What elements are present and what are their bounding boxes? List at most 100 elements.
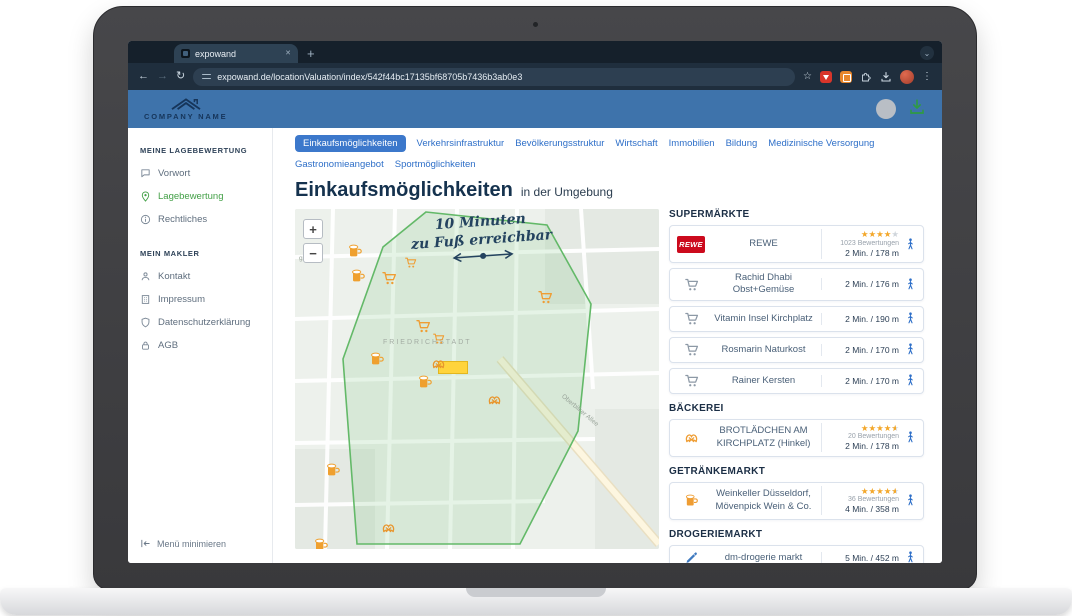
shield-icon xyxy=(140,317,151,328)
zoom-out-button[interactable]: − xyxy=(303,243,323,263)
result-card-rewe[interactable]: REWE REWE ★★★★★ 1023 Bewertungen 2 Min. … xyxy=(669,225,924,263)
star-rating: ★★★★★ xyxy=(861,230,899,239)
sidebar-item-label: Impressum xyxy=(158,294,205,305)
beer-map-icon[interactable] xyxy=(369,351,385,367)
cart-map-icon[interactable] xyxy=(381,270,397,286)
sidebar-item-lagebewertung[interactable]: Lagebewertung xyxy=(140,191,260,202)
sidebar: MEINE LAGEBEWERTUNG Vorwort Lagebewertun… xyxy=(128,128,273,563)
result-card[interactable]: Weinkeller Düsseldorf, Mövenpick Wein & … xyxy=(669,482,924,520)
sidebar-item-agb[interactable]: AGB xyxy=(140,340,260,351)
sidebar-section-label: MEINE LAGEBEWERTUNG xyxy=(140,146,260,155)
result-name: Rosmarin Naturkost xyxy=(706,344,821,356)
chat-icon xyxy=(140,168,151,179)
bookmark-star-icon[interactable]: ☆ xyxy=(803,72,812,82)
browser-window: expowand ✕ + ⌄ ← → ↻ expowand.de/locatio… xyxy=(128,41,942,563)
menu-minimize-label: Menü minimieren xyxy=(157,539,226,549)
tab-medizinische-versorgung[interactable]: Medizinische Versorgung xyxy=(768,138,874,149)
district-label: FRIEDRICHSTADT xyxy=(383,339,472,346)
pdf-extension-icon[interactable] xyxy=(820,71,832,83)
walking-icon xyxy=(903,278,917,291)
cart-map-icon[interactable] xyxy=(415,318,431,334)
menu-minimize-button[interactable]: Menü minimieren xyxy=(140,538,226,549)
browser-menu-icon[interactable]: ⋮ xyxy=(922,72,932,82)
walking-icon xyxy=(903,374,917,387)
orange-extension-icon[interactable] xyxy=(840,71,852,83)
pretzel-map-icon[interactable] xyxy=(381,520,396,535)
browser-tab[interactable]: expowand ✕ xyxy=(174,44,298,63)
review-count: 20 Bewertungen xyxy=(848,433,899,440)
beer-icon xyxy=(684,493,699,508)
category-tabs-row2: Gastronomieangebot Sportmöglichkeiten xyxy=(295,159,924,170)
result-card[interactable]: Rosmarin Naturkost 2 Min. / 170 m xyxy=(669,337,924,363)
url-text[interactable]: expowand.de/locationValuation/index/542f… xyxy=(217,72,522,82)
extensions-puzzle-icon[interactable] xyxy=(860,71,872,83)
sidebar-item-rechtliches[interactable]: Rechtliches xyxy=(140,214,260,225)
site-header: COMPANY NAME xyxy=(128,90,942,128)
rewe-logo: REWE xyxy=(677,236,705,253)
drugstore-brush-icon xyxy=(684,550,699,563)
result-meta: 2 Min. / 170 m xyxy=(821,344,899,356)
sidebar-item-kontakt[interactable]: Kontakt xyxy=(140,271,260,282)
tab-wirtschaft[interactable]: Wirtschaft xyxy=(615,138,657,149)
page-title: Einkaufsmöglichkeiten in der Umgebung xyxy=(295,179,924,202)
result-card[interactable]: Rainer Kersten 2 Min. / 170 m xyxy=(669,368,924,394)
location-pin-icon xyxy=(140,191,151,202)
cart-icon xyxy=(684,373,699,388)
sidebar-item-label: Vorwort xyxy=(158,168,190,179)
result-card[interactable]: Vitamin Insel Kirchplatz 2 Min. / 190 m xyxy=(669,306,924,332)
sidebar-item-impressum[interactable]: Impressum xyxy=(140,294,260,305)
map-annotation: 10 Minuten zu Fuß erreichbar xyxy=(409,209,554,272)
address-bar[interactable]: expowand.de/locationValuation/index/542f… xyxy=(193,68,795,86)
collapse-left-icon xyxy=(140,538,151,549)
cart-map-icon[interactable] xyxy=(432,332,445,345)
sidebar-item-datenschutz[interactable]: Datenschutzerklärung xyxy=(140,317,260,328)
tab-sportmoeglichkeiten[interactable]: Sportmöglichkeiten xyxy=(395,159,476,170)
page-title-main: Einkaufsmöglichkeiten xyxy=(295,179,513,202)
tab-gastronomieangebot[interactable]: Gastronomieangebot xyxy=(295,159,384,170)
tab-verkehrsinfrastruktur[interactable]: Verkehrsinfrastruktur xyxy=(417,138,505,149)
result-meta: ★★★★★★ 36 Bewertungen 4 Min. / 358 m xyxy=(821,486,899,516)
result-card[interactable]: BROTLÄDCHEN AM KIRCHPLATZ (Hinkel) ★★★★★… xyxy=(669,419,924,457)
site-settings-icon[interactable] xyxy=(202,72,211,81)
tab-einkaufsmoeglichkeiten[interactable]: Einkaufsmöglichkeiten xyxy=(295,135,406,152)
company-logo[interactable]: COMPANY NAME xyxy=(144,97,227,121)
cart-map-icon[interactable] xyxy=(537,289,553,305)
cart-icon xyxy=(684,277,699,292)
reload-icon[interactable]: ↻ xyxy=(176,71,185,82)
beer-map-icon[interactable] xyxy=(347,243,363,259)
beer-map-icon[interactable] xyxy=(325,462,341,478)
result-card[interactable]: dm-drogerie markt 5 Min. / 452 m xyxy=(669,545,924,563)
webcam-dot xyxy=(533,22,538,27)
results-panel: SUPERMÄRKTE REWE REWE ★★★★★ 1023 Bewertu… xyxy=(669,209,924,563)
pretzel-map-icon[interactable] xyxy=(487,392,502,407)
browser-profile-avatar[interactable] xyxy=(900,70,914,84)
sidebar-item-label: AGB xyxy=(158,340,178,351)
new-tab-button[interactable]: + xyxy=(307,47,315,63)
beer-map-icon[interactable] xyxy=(350,268,366,284)
category-header-drogeriemarkt: DROGERIEMARKT xyxy=(669,529,924,540)
beer-map-icon[interactable] xyxy=(417,374,433,390)
browser-toolbar: ← → ↻ expowand.de/locationValuation/inde… xyxy=(128,63,942,90)
back-icon[interactable]: ← xyxy=(138,71,149,82)
pretzel-map-icon[interactable] xyxy=(431,356,446,371)
zoom-in-button[interactable]: + xyxy=(303,219,323,239)
downloads-icon[interactable] xyxy=(880,71,892,83)
app-body: MEINE LAGEBEWERTUNG Vorwort Lagebewertun… xyxy=(128,128,942,563)
result-card[interactable]: Rachid Dhabi Obst+Gemüse 2 Min. / 176 m xyxy=(669,268,924,301)
forward-icon[interactable]: → xyxy=(157,71,168,82)
sidebar-item-label: Lagebewertung xyxy=(158,191,224,202)
main-content: Einkaufsmöglichkeiten Verkehrsinfrastruk… xyxy=(273,128,942,563)
tab-bevoelkerungsstruktur[interactable]: Bevölkerungsstruktur xyxy=(515,138,604,149)
tab-bildung[interactable]: Bildung xyxy=(726,138,758,149)
export-download-icon[interactable] xyxy=(908,98,926,121)
tab-immobilien[interactable]: Immobilien xyxy=(669,138,715,149)
star-rating: ★★★★★★ xyxy=(861,487,899,496)
result-meta: 5 Min. / 452 m xyxy=(821,552,899,563)
tab-close-icon[interactable]: ✕ xyxy=(285,50,291,57)
distance: 4 Min. / 358 m xyxy=(845,504,899,514)
beer-map-icon[interactable] xyxy=(313,537,329,549)
map[interactable]: gstraße FRIEDRICHSTADT Oberbilker Allee … xyxy=(295,209,659,549)
tab-search-chevron-icon[interactable]: ⌄ xyxy=(920,46,934,60)
sidebar-item-vorwort[interactable]: Vorwort xyxy=(140,168,260,179)
user-avatar[interactable] xyxy=(876,99,896,119)
